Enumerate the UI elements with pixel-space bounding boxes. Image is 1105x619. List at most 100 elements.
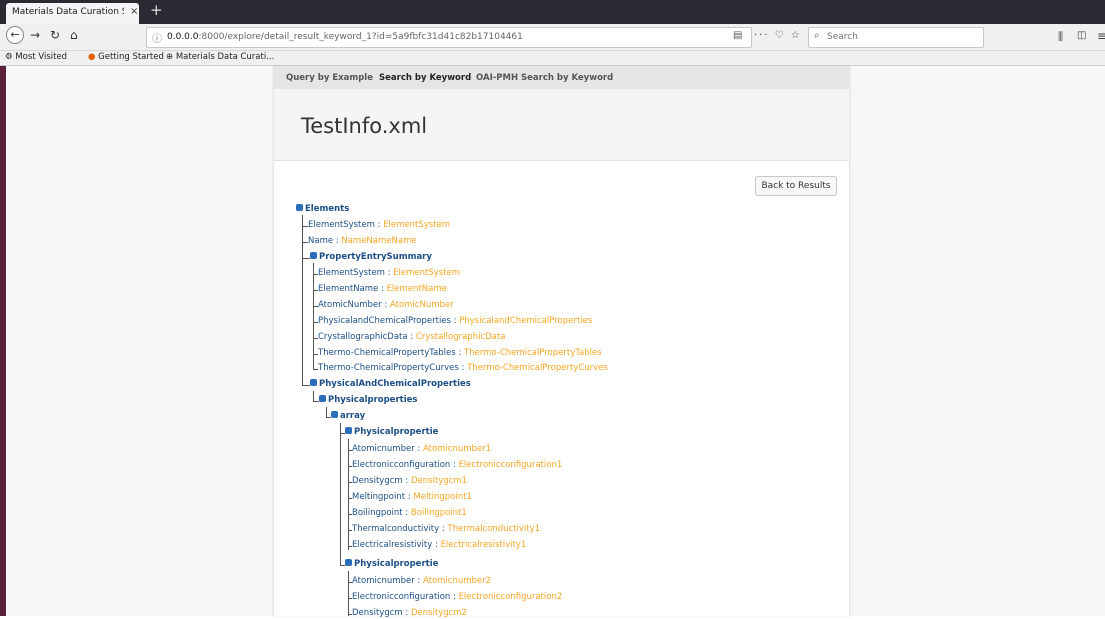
tree-leaf: Thermalconductivity : Thermalconductivit… (352, 524, 540, 535)
back-arrow-icon[interactable]: ← (6, 26, 24, 44)
tree-leaf: Atomicnumber : Atomicnumber1 (352, 444, 491, 455)
sidebar-icon[interactable]: ◫ (1077, 30, 1086, 41)
browser-navbar: ← → ↻ ⌂ ⓘ 0.0.0.0:8000/explore/detail_re… (0, 24, 1105, 51)
page-header: TestInfo.xml (274, 89, 849, 161)
tree-leaf: Name : NameNameName (308, 236, 417, 247)
bookmark-materials-data[interactable]: ⊕ Materials Data Curati... (166, 52, 274, 62)
home-icon[interactable]: ⌂ (70, 28, 78, 42)
nav-query-by-example[interactable]: Query by Example (286, 73, 373, 83)
tree-node-property-entry-summary[interactable]: PropertyEntrySummary (310, 252, 432, 263)
leaf-value: PhysicalandChemicalProperties (459, 316, 593, 326)
tree-node-elements[interactable]: Elements (296, 204, 349, 215)
url-host: 0.0.0.0 (167, 32, 199, 42)
nav-oai-pmh-search[interactable]: OAI-PMH Search by Keyword (476, 73, 613, 83)
url-bar[interactable]: ⓘ 0.0.0.0:8000/explore/detail_result_key… (146, 27, 752, 48)
tab-title: Materials Data Curation Sy (12, 7, 124, 17)
node-label: array (340, 411, 366, 421)
toggle-minus-icon[interactable] (310, 252, 317, 259)
tree-node-physicalpropertie-1[interactable]: Physicalpropertie (345, 427, 438, 438)
tree-leaf: Atomicnumber : Atomicnumber2 (352, 576, 491, 587)
browser-tab[interactable]: Materials Data Curation Sy × (6, 3, 139, 24)
leaf-value: ElementSystem (393, 268, 461, 278)
page-viewport: Query by Example Search by Keyword OAI-P… (6, 66, 1105, 619)
leaf-separator: : (414, 576, 423, 586)
leaf-separator: : (450, 592, 459, 602)
page-actions[interactable]: ··· ♡ ☆ (754, 30, 802, 41)
leaf-key: Name (308, 236, 334, 246)
leaf-separator: : (432, 540, 441, 550)
tree-leaf: Densitygcm : Densitygcm2 (352, 608, 467, 619)
toggle-minus-icon[interactable] (345, 559, 352, 566)
browser-titlebar: Materials Data Curation Sy × + (0, 0, 1105, 24)
tree-leaf: CrystallographicData : CrystallographicD… (318, 332, 505, 343)
leaf-value: CrystallographicData (415, 332, 506, 342)
tree-connector (302, 215, 303, 385)
url-path: :8000/explore/detail_result_keyword_1?id… (198, 32, 523, 42)
leaf-key: ElementSystem (308, 220, 375, 230)
nav-search-by-keyword[interactable]: Search by Keyword (379, 73, 471, 83)
leaf-value: Atomicnumber2 (422, 576, 492, 586)
node-label: PropertyEntrySummary (319, 252, 432, 262)
search-input[interactable] (827, 31, 977, 43)
leaf-value: Electronicconfiguration2 (458, 592, 563, 602)
tree-node-array[interactable]: array (331, 411, 365, 422)
leaf-key: Thermalconductivity (352, 524, 440, 534)
leaf-value: Thermo-ChemicalPropertyCurves (467, 363, 608, 373)
tree-connector (348, 571, 349, 616)
leaf-value: Thermalconductivity1 (447, 524, 541, 534)
back-to-results-button[interactable]: Back to Results (755, 176, 837, 196)
subnav-bar: Query by Example Search by Keyword OAI-P… (274, 66, 849, 89)
bookmark-getting-started[interactable]: ● Getting Started (88, 52, 164, 62)
tab-close-icon[interactable]: × (130, 6, 138, 17)
info-icon[interactable]: ⓘ (152, 30, 162, 45)
tree-leaf: Thermo-ChemicalPropertyCurves : Thermo-C… (318, 363, 608, 374)
leaf-value: Boilingpoint1 (410, 508, 467, 518)
leaf-key: Meltingpoint (352, 492, 406, 502)
leaf-key: AtomicNumber (318, 300, 382, 310)
tree-leaf: ElementSystem : ElementSystem (318, 268, 460, 279)
toggle-minus-icon[interactable] (331, 411, 338, 418)
tree-leaf: PhysicalandChemicalProperties : Physical… (318, 316, 592, 327)
bookmark-most-visited[interactable]: ⚙ Most Visited (5, 52, 67, 62)
tree-connector (326, 407, 327, 417)
tree-node-physicalpropertie-2[interactable]: Physicalpropertie (345, 559, 438, 570)
tree-node-physicalproperties[interactable]: Physicalproperties (319, 395, 417, 406)
tree-leaf: ElementName : ElementName (318, 284, 447, 295)
tree-leaf: Meltingpoint : Meltingpoint1 (352, 492, 472, 503)
leaf-value: NameNameName (341, 236, 417, 246)
tree-connector (302, 258, 310, 259)
leaf-key: Boilingpoint (352, 508, 403, 518)
tree-connector (313, 391, 314, 401)
toggle-minus-icon[interactable] (310, 379, 317, 386)
menu-icon[interactable]: ≡ (1097, 29, 1105, 43)
leaf-key: Thermo-ChemicalPropertyCurves (318, 363, 459, 373)
reload-icon[interactable]: ↻ (50, 28, 60, 42)
bookmarks-toolbar: ⚙ Most Visited ● Getting Started ⊕ Mater… (0, 51, 1105, 66)
forward-arrow-icon[interactable]: → (30, 28, 40, 42)
url-text[interactable]: 0.0.0.0:8000/explore/detail_result_keywo… (167, 32, 523, 42)
leaf-separator: : (402, 476, 411, 486)
toggle-minus-icon[interactable] (319, 395, 326, 402)
toggle-minus-icon[interactable] (296, 204, 303, 211)
leaf-key: ElementName (318, 284, 379, 294)
reader-view-icon[interactable]: ▤ (733, 30, 742, 41)
leaf-key: Electronicconfiguration (352, 592, 451, 602)
leaf-separator: : (414, 444, 423, 454)
node-label: Elements (305, 204, 350, 214)
tree-leaf: Electronicconfiguration : Electronicconf… (352, 592, 562, 603)
leaf-value: AtomicNumber (389, 300, 454, 310)
leaf-value: ElementName (386, 284, 447, 294)
tree-connector (302, 385, 310, 386)
leaf-value: Electricalresistivity1 (440, 540, 527, 550)
leaf-key: Thermo-ChemicalPropertyTables (318, 348, 456, 358)
new-tab-icon[interactable]: + (150, 1, 163, 19)
search-bar[interactable]: ⌕ (808, 27, 984, 48)
node-label: Physicalpropertie (354, 559, 439, 569)
leaf-key: CrystallographicData (318, 332, 408, 342)
library-icon[interactable]: ⫼ (1058, 30, 1063, 44)
tree-node-physical-and-chemical-properties[interactable]: PhysicalAndChemicalProperties (310, 379, 471, 390)
leaf-value: Electronicconfiguration1 (458, 460, 563, 470)
toggle-minus-icon[interactable] (345, 427, 352, 434)
tree-leaf: AtomicNumber : AtomicNumber (318, 300, 454, 311)
leaf-key: Atomicnumber (352, 444, 415, 454)
